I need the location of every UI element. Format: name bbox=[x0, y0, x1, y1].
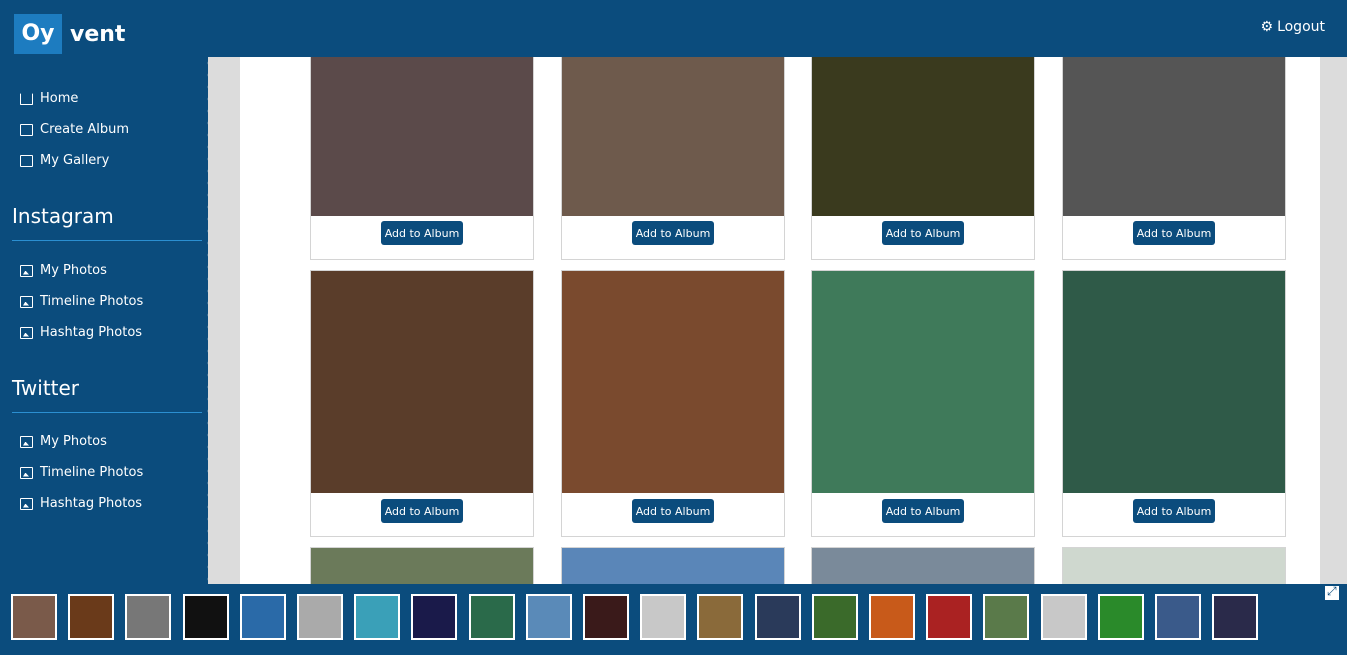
photo-card: Add to Album bbox=[811, 270, 1035, 537]
photo-card: Add to Album bbox=[811, 57, 1035, 260]
add-to-album-button[interactable]: Add to Album bbox=[632, 221, 714, 245]
thumbnail[interactable] bbox=[297, 594, 343, 640]
sidebar-item-label: Home bbox=[40, 91, 79, 106]
photo-image[interactable] bbox=[562, 57, 784, 216]
thumbnail[interactable] bbox=[68, 594, 115, 640]
section-title-twitter: Twitter bbox=[12, 376, 80, 400]
photo-icon bbox=[20, 497, 33, 510]
sidebar-item-label: Timeline Photos bbox=[40, 294, 144, 309]
folder-icon bbox=[20, 154, 33, 167]
photo-image[interactable] bbox=[812, 57, 1034, 216]
photo-gallery: Add to Album Add to Album Add to Album Add … bbox=[240, 57, 1320, 584]
photo-card: Add to Album bbox=[1062, 57, 1286, 260]
photo-icon bbox=[20, 295, 33, 308]
sidebar-item-label: Hashtag Photos bbox=[40, 325, 143, 340]
expand-icon[interactable] bbox=[1325, 584, 1339, 600]
photo-card: Add to Album bbox=[310, 57, 534, 260]
sidebar-item-my-gallery[interactable]: My Gallery bbox=[20, 153, 109, 168]
thumbnail[interactable] bbox=[1040, 594, 1087, 640]
thumbnail[interactable] bbox=[583, 594, 629, 640]
sidebar-item-label: Timeline Photos bbox=[40, 465, 144, 480]
add-to-album-button[interactable]: Add to Album bbox=[381, 499, 463, 523]
add-to-album-button[interactable]: Add to Album bbox=[882, 499, 964, 523]
thumbnail[interactable] bbox=[239, 594, 286, 640]
thumbnail[interactable] bbox=[983, 594, 1030, 640]
photo-card bbox=[811, 547, 1035, 584]
thumbnail[interactable] bbox=[354, 594, 401, 640]
section-title-instagram: Instagram bbox=[12, 204, 114, 228]
create-album-icon bbox=[20, 123, 33, 136]
add-to-album-button[interactable]: Add to Album bbox=[632, 499, 714, 523]
sidebar-item-label: My Gallery bbox=[40, 153, 110, 168]
sidebar-item-label: My Photos bbox=[40, 434, 107, 449]
logo[interactable]: Oy vent bbox=[14, 14, 125, 54]
photo-icon bbox=[20, 264, 33, 277]
add-to-album-button[interactable]: Add to Album bbox=[1133, 221, 1215, 245]
photo-image[interactable] bbox=[562, 271, 784, 493]
thumbnail[interactable] bbox=[11, 594, 57, 640]
photo-image[interactable] bbox=[311, 271, 533, 493]
photo-image[interactable] bbox=[812, 548, 1034, 584]
logo-text: vent bbox=[70, 21, 126, 47]
thumbnail[interactable] bbox=[411, 594, 458, 640]
thumbnail[interactable] bbox=[468, 594, 515, 640]
photo-icon bbox=[20, 466, 33, 479]
thumbnail[interactable] bbox=[754, 594, 801, 640]
photo-icon bbox=[20, 435, 33, 448]
photo-image[interactable] bbox=[1063, 271, 1285, 493]
photo-card: Add to Album bbox=[561, 270, 785, 537]
sidebar-item-instagram-hashtag-photos[interactable]: Hashtag Photos bbox=[20, 325, 142, 340]
photo-card bbox=[561, 547, 785, 584]
thumbnail[interactable] bbox=[811, 594, 858, 640]
thumbnail[interactable] bbox=[525, 594, 572, 640]
photo-card bbox=[1062, 547, 1286, 584]
add-to-album-button[interactable]: Add to Album bbox=[381, 221, 463, 245]
photo-image[interactable] bbox=[562, 548, 784, 584]
logout-link[interactable]: ⚙ Logout bbox=[1261, 19, 1326, 35]
photo-image[interactable] bbox=[812, 271, 1034, 493]
thumbnail[interactable] bbox=[125, 594, 172, 640]
sidebar-item-twitter-hashtag-photos[interactable]: Hashtag Photos bbox=[20, 496, 142, 511]
sidebar: Home Create Album My Gallery Instagram M… bbox=[0, 57, 208, 584]
photo-card: Add to Album bbox=[1062, 270, 1286, 537]
sidebar-item-label: Hashtag Photos bbox=[40, 496, 143, 511]
thumbnail[interactable] bbox=[1155, 594, 1201, 640]
sidebar-item-create-album[interactable]: Create Album bbox=[20, 122, 129, 137]
sidebar-item-home[interactable]: Home bbox=[20, 91, 78, 106]
top-bar: Oy vent ⚙ Logout bbox=[0, 0, 1347, 57]
photo-image[interactable] bbox=[1063, 57, 1285, 216]
photo-image[interactable] bbox=[311, 548, 533, 584]
photo-image[interactable] bbox=[311, 57, 533, 216]
logout-label: Logout bbox=[1277, 19, 1325, 35]
sidebar-item-instagram-timeline-photos[interactable]: Timeline Photos bbox=[20, 294, 143, 309]
thumbnail[interactable] bbox=[926, 594, 973, 640]
sidebar-item-instagram-my-photos[interactable]: My Photos bbox=[20, 263, 107, 278]
logo-box: Oy bbox=[14, 14, 62, 54]
photo-card: Add to Album bbox=[310, 270, 534, 537]
photo-card: Add to Album bbox=[561, 57, 785, 260]
sidebar-item-twitter-my-photos[interactable]: My Photos bbox=[20, 434, 107, 449]
sidebar-perforated-edge bbox=[202, 57, 212, 584]
thumbnail[interactable] bbox=[697, 594, 744, 640]
thumbnail[interactable] bbox=[1212, 594, 1259, 640]
photo-icon bbox=[20, 326, 33, 339]
thumbnail[interactable] bbox=[182, 594, 229, 640]
home-icon bbox=[20, 92, 33, 105]
users-icon: ⚙ bbox=[1260, 19, 1274, 35]
add-to-album-button[interactable]: Add to Album bbox=[882, 221, 964, 245]
section-divider bbox=[12, 412, 202, 413]
sidebar-item-label: Create Album bbox=[40, 122, 129, 137]
photo-image[interactable] bbox=[1063, 548, 1285, 584]
sidebar-item-twitter-timeline-photos[interactable]: Timeline Photos bbox=[20, 465, 143, 480]
thumbnail[interactable] bbox=[1097, 594, 1144, 640]
photo-card bbox=[310, 547, 534, 584]
add-to-album-button[interactable]: Add to Album bbox=[1133, 499, 1215, 523]
sidebar-item-label: My Photos bbox=[40, 263, 107, 278]
thumbnail[interactable] bbox=[640, 594, 687, 640]
thumbnail-strip bbox=[0, 584, 1347, 655]
section-divider bbox=[12, 240, 202, 241]
thumbnail[interactable] bbox=[869, 594, 915, 640]
